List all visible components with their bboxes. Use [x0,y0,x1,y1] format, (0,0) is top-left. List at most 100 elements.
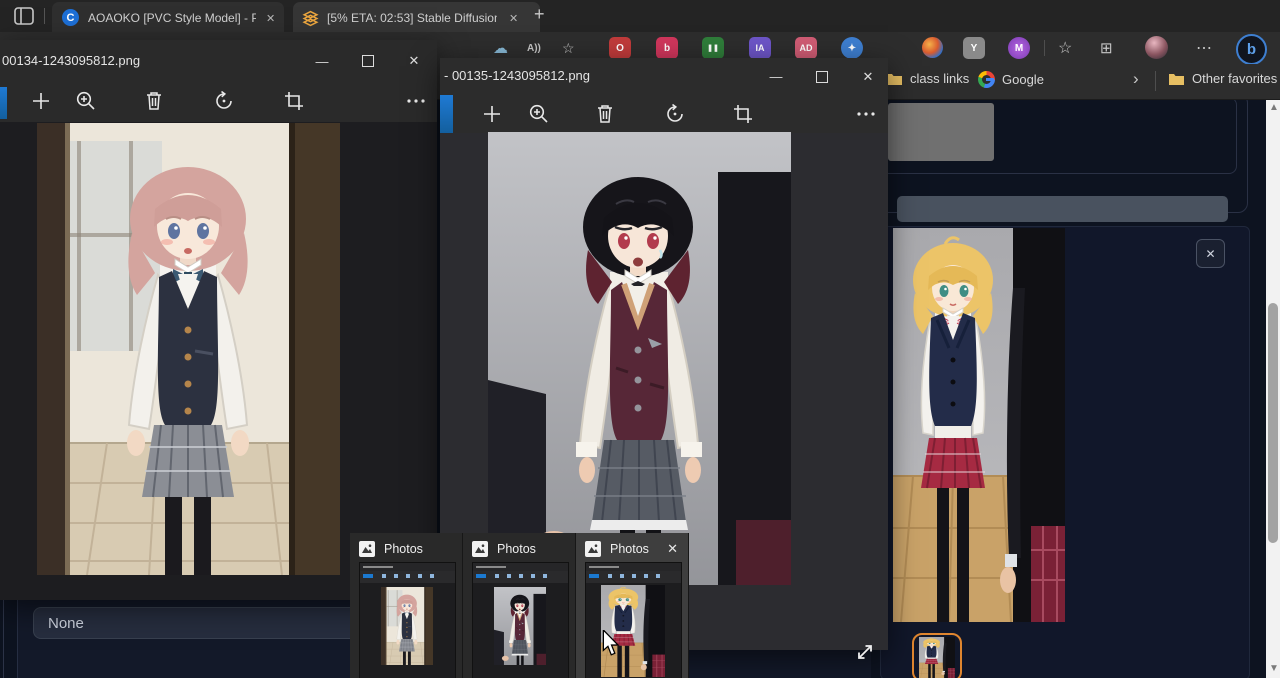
minimize-icon: — [316,54,329,69]
photo-canvas [0,122,437,600]
crop-icon[interactable] [731,102,755,126]
panel-border [3,587,4,678]
maximize-button[interactable] [345,40,391,82]
tab-civitai[interactable]: C AOAOKO [PVC Style Model] - PV ✕ [52,2,284,32]
gallery-thumbnail-selected[interactable] [912,633,962,678]
delete-icon[interactable] [142,89,166,113]
preview-thumbnail[interactable] [472,562,569,678]
gallery-thumbnail-image [919,637,955,678]
stable-diffusion-favicon [302,10,319,27]
mini-toolbar [586,571,681,583]
taskbar-preview-photos-2[interactable]: Photos [463,533,576,678]
expand-image-icon[interactable] [854,641,876,663]
google-favicon [978,71,995,88]
favorites-bar-star-icon[interactable]: ☆ [1058,37,1072,59]
mini-title-bar [586,563,681,571]
preview-thumbnail[interactable] [359,562,456,678]
rotate-icon[interactable] [663,102,687,126]
tab-actions-menu-icon[interactable] [14,7,34,25]
minimize-icon: — [770,69,783,84]
scroll-up-arrow[interactable]: ▲ [1269,103,1279,113]
crop-icon[interactable] [282,89,306,113]
photos-toolbar [440,95,888,133]
minimize-button[interactable]: — [753,58,799,95]
see-more-icon[interactable] [854,102,878,126]
scrollbar-thumb[interactable] [1268,303,1278,543]
zoom-icon[interactable] [74,89,98,113]
generated-image-blonde-girl[interactable] [893,228,1065,622]
extension-icon-purple[interactable]: IA [749,37,771,59]
preview-app-label: Photos [384,542,423,556]
close-icon: ✕ [1205,247,1215,261]
taskbar-preview-photos-1[interactable]: Photos [350,533,463,678]
taskbar-preview-flyout: Photos [350,533,690,678]
new-tab-button[interactable]: + [534,4,545,25]
maximize-icon [362,55,374,67]
extension-icon-crimson[interactable]: b [656,37,678,59]
photo-00134-pink-haired-girl[interactable] [37,123,340,575]
toolbar-divider [1044,40,1045,56]
favorites-overflow-chevron[interactable]: › [1133,69,1139,89]
extension-icon-y[interactable]: Y [963,37,985,59]
tab-title: AOAOKO [PVC Style Model] - PV [88,11,256,25]
extension-icon-green[interactable]: ❚❚ [702,37,724,59]
style-dropdown-value: None [48,615,84,632]
see-all-photos-button[interactable] [440,95,453,133]
window-title: - 00135-1243095812.png [444,68,590,83]
zoom-icon[interactable] [527,102,551,126]
favorites-label: Google [1002,72,1044,87]
scroll-down-arrow[interactable]: ▼ [1269,664,1279,674]
tab-close-icon[interactable]: ✕ [262,10,279,27]
add-to-album-icon[interactable] [29,89,53,113]
close-icon: ✕ [409,53,420,69]
extension-icon-rose[interactable]: AD [795,37,817,59]
favorites-divider [1155,71,1156,91]
globe-extension-icon[interactable] [922,37,943,58]
minimize-button[interactable]: — [299,40,345,82]
collections-icon[interactable]: ⊞ [1100,37,1113,59]
mini-photo-black-haired-girl [494,587,546,665]
mouse-cursor [601,630,621,658]
mini-toolbar [360,571,455,583]
add-to-album-icon[interactable] [480,102,504,126]
see-more-icon[interactable] [404,89,428,113]
extension-icon-m[interactable]: M [1008,37,1030,59]
tab-close-icon[interactable]: ✕ [505,10,522,27]
page-scrollbar[interactable]: ▲ ▼ [1266,99,1280,678]
photos-app-icon [359,541,375,557]
taskbar-preview-photos-3[interactable]: Photos ✕ [576,533,689,678]
preview-app-label: Photos [497,542,536,556]
folder-icon [1168,72,1185,86]
extension-icon-red[interactable]: O [609,37,631,59]
bing-chat-icon[interactable]: b [1236,34,1267,65]
window-title-bar[interactable]: - 00135-1243095812.png — ✕ [440,58,888,95]
profile-avatar[interactable] [1145,36,1168,59]
rotate-icon[interactable] [212,89,236,113]
preview-close-button[interactable]: ✕ [667,541,678,557]
extension-icon-blue[interactable]: ✦ [841,37,863,59]
close-button[interactable]: ✕ [391,40,437,82]
maximize-button[interactable] [799,58,845,95]
tab-stable-diffusion[interactable]: [5% ETA: 02:53] Stable Diffusion ✕ [293,2,540,32]
favorites-item-google[interactable]: Google [978,71,1044,88]
favorite-star-icon[interactable]: ☆ [562,37,575,59]
photo-00135-black-haired-girl[interactable] [488,132,791,585]
see-all-photos-button[interactable] [0,87,7,119]
favorites-label: class links [910,71,969,86]
photos-window-1: 00134-1243095812.png — ✕ [0,40,437,600]
gallery-close-button[interactable]: ✕ [1196,239,1225,268]
read-aloud-icon[interactable]: A)) [527,37,541,59]
photos-toolbar [0,82,437,122]
favorites-folder-class-links[interactable]: class links [886,71,969,86]
favorites-folder-other[interactable]: Other favorites [1168,71,1277,86]
delete-icon[interactable] [593,102,617,126]
window-title: 00134-1243095812.png [2,53,140,68]
favorites-label: Other favorites [1192,71,1277,86]
settings-more-icon[interactable]: ⋯ [1196,37,1212,59]
window-title-bar[interactable]: 00134-1243095812.png — ✕ [0,40,437,82]
close-button[interactable]: ✕ [845,58,891,95]
cloud-extension-icon[interactable]: ☁ [493,37,508,59]
mini-toolbar [473,571,568,583]
preview-thumbnail[interactable] [585,562,682,678]
tab-title: [5% ETA: 02:53] Stable Diffusion [327,11,497,25]
